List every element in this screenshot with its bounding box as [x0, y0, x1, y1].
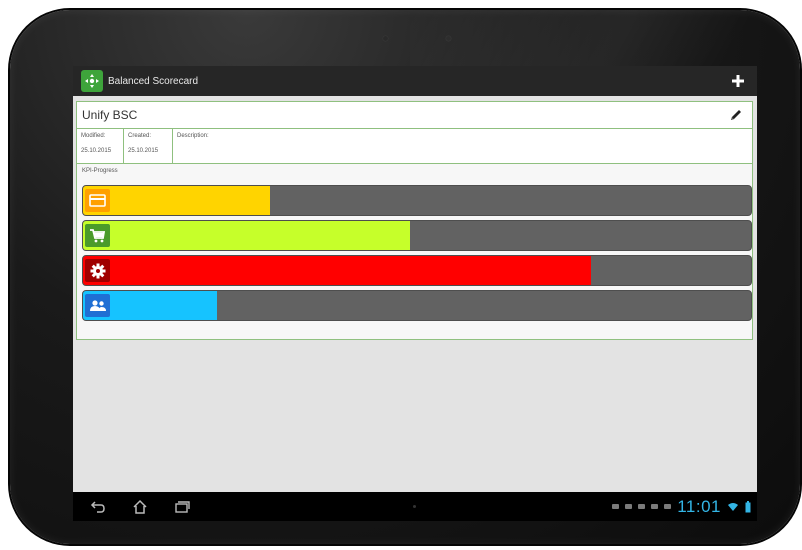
kpi-fill-process: [83, 256, 591, 285]
card-title: Unify BSC: [82, 108, 138, 122]
add-button[interactable]: [728, 71, 748, 91]
camera-dot: [383, 36, 388, 41]
pencil-icon: [731, 110, 741, 120]
home-icon: [133, 499, 147, 514]
edit-button[interactable]: [728, 107, 744, 123]
modified-value: 25.10.2015: [81, 148, 112, 154]
kpi-bar-financial[interactable]: [82, 185, 752, 216]
notification-icon[interactable]: [612, 504, 620, 509]
created-label: Created:: [128, 133, 152, 139]
back-button[interactable]: [87, 497, 109, 517]
notification-icon[interactable]: [651, 504, 659, 509]
people-icon: [85, 294, 110, 317]
app-logo-icon[interactable]: [81, 70, 103, 92]
back-icon: [90, 500, 105, 513]
description-label: Description:: [177, 133, 209, 139]
kpi-progress-label: KPI-Progress: [82, 168, 118, 174]
credit-card-icon: [85, 189, 110, 212]
plus-icon: [732, 75, 744, 87]
status-area: 11:01: [612, 492, 751, 521]
notification-icon[interactable]: [625, 504, 633, 509]
cart-icon: [85, 224, 110, 247]
description-cell: Description:: [173, 129, 752, 163]
action-bar: Balanced Scorecard: [73, 66, 757, 96]
notification-icon[interactable]: [664, 504, 672, 509]
notification-icon[interactable]: [638, 504, 646, 509]
home-button[interactable]: [129, 497, 151, 517]
kpi-fill-customer: [83, 221, 411, 250]
meta-row: Modified: 25.10.2015 Created: 25.10.2015…: [77, 129, 752, 164]
wifi-icon: [728, 502, 738, 511]
screen: Balanced Scorecard Unify BSC Modified: 2…: [73, 66, 757, 521]
sensor-dot: [446, 36, 451, 41]
created-cell: Created: 25.10.2015: [124, 129, 173, 163]
recent-apps-button[interactable]: [171, 497, 193, 517]
kpi-bar-customer[interactable]: [82, 220, 752, 251]
modified-label: Modified:: [81, 133, 106, 139]
card-header: Unify BSC: [77, 102, 752, 129]
kpi-bars: [82, 185, 752, 325]
kpi-bar-learning[interactable]: [82, 290, 752, 321]
app-title: Balanced Scorecard: [108, 75, 199, 87]
kpi-bar-process[interactable]: [82, 255, 752, 286]
recent-apps-icon: [175, 500, 190, 513]
clock[interactable]: 11:01: [677, 497, 721, 517]
menu-dot: [413, 505, 416, 508]
modified-cell: Modified: 25.10.2015: [77, 129, 124, 163]
gear-icon: [85, 259, 110, 282]
battery-icon: [745, 500, 751, 512]
system-nav-bar: 11:01: [73, 492, 757, 521]
scorecard-card[interactable]: Unify BSC Modified: 25.10.2015 Created: …: [76, 101, 753, 340]
kpi-fill-financial: [83, 186, 271, 215]
created-value: 25.10.2015: [128, 148, 159, 154]
